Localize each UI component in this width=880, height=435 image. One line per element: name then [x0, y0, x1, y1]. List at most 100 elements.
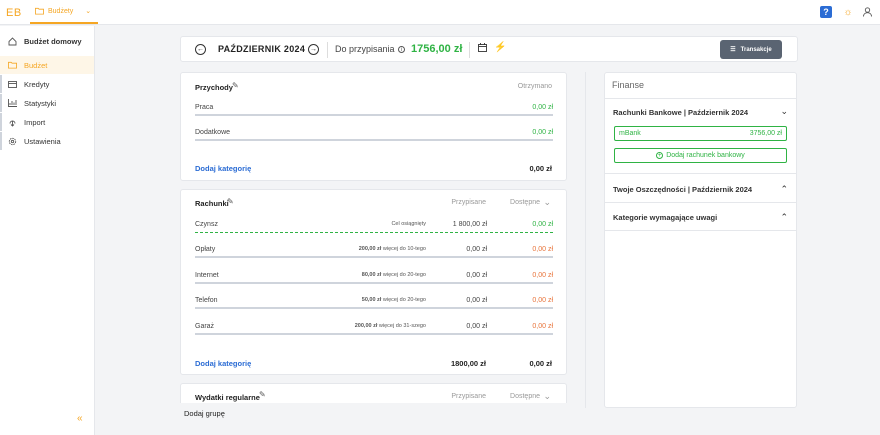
goal-note: 80,00 zł więcej do 20-tego [362, 272, 426, 278]
pencil-icon[interactable]: ✎ [259, 390, 266, 399]
column-header-assigned: Przypisane [451, 199, 486, 206]
chevron-down-icon: ⌄ [85, 8, 92, 15]
assigned-value[interactable]: 0,00 zł [466, 272, 487, 279]
sidebar-item-settings[interactable]: Ustawienia [0, 132, 94, 150]
goal-note-text: więcej do 20-tego [382, 272, 426, 278]
calendar-icon[interactable] [478, 43, 487, 54]
transactions-button[interactable]: ☰ Transakcje [720, 40, 782, 59]
month-title: PAŹDZIERNIK 2024 [218, 44, 306, 54]
goal-note-text: więcej do 31-szego [378, 323, 426, 329]
sidebar-item-statistics[interactable]: Statystyki [0, 94, 94, 112]
goal-note: 50,00 zł więcej do 20-tego [362, 297, 426, 303]
sidebar-collapse-button[interactable]: « [77, 413, 83, 424]
assign-label: Do przypisania i [335, 44, 406, 54]
chevron-down-icon[interactable]: ⌄ [543, 391, 551, 402]
user-icon[interactable] [861, 6, 873, 18]
folder-icon [35, 7, 44, 15]
month-bar: ← PAŹDZIERNIK 2024 → Do przypisania i 17… [180, 36, 798, 62]
category-label: Praca [195, 104, 214, 111]
category-row[interactable]: Dodatkowe 0,00 zł [195, 129, 553, 141]
bolt-icon[interactable]: ⚡ [494, 42, 506, 53]
nav-tab-budgets[interactable]: Budżety ⌄ [30, 0, 98, 24]
pencil-icon[interactable]: ✎ [232, 81, 239, 90]
chevron-up-icon[interactable]: ⌃ [780, 184, 788, 195]
category-value: 0,00 zł [532, 104, 553, 111]
category-row[interactable]: Telefon 50,00 zł więcej do 20-tego 0,00 … [195, 297, 553, 309]
category-label: Internet [195, 272, 219, 279]
column-header-received: Otrzymano [517, 83, 552, 90]
available-value: 0,00 zł [532, 272, 553, 279]
import-icon [8, 118, 17, 127]
sidebar-item-label: Budżet [24, 60, 48, 70]
panel-divider [585, 72, 586, 408]
sun-icon[interactable]: ☼ [842, 6, 854, 18]
available-value: 0,00 zł [532, 323, 553, 330]
category-row[interactable]: Garaż 200,00 zł więcej do 31-szego 0,00 … [195, 323, 553, 335]
add-category-link[interactable]: Dodaj kategorię [195, 164, 251, 173]
top-bar: EB Budżety ⌄ ? ☼ [0, 0, 880, 25]
group-total: 0,00 zł [529, 164, 552, 173]
assigned-value[interactable]: 0,00 zł [466, 297, 487, 304]
group-total-assigned: 1800,00 zł [450, 359, 486, 368]
pencil-icon[interactable]: ✎ [227, 197, 234, 206]
info-icon[interactable]: i [398, 46, 406, 54]
goal-note-text: więcej do 20-tego [382, 297, 426, 303]
arrow-right-icon[interactable]: → [308, 44, 319, 55]
finance-panel: Finanse Rachunki Bankowe | Październik 2… [604, 72, 797, 408]
nav-tab-label: Budżety [48, 7, 74, 15]
gear-icon [8, 137, 17, 146]
group-card-bills: Rachunki ✎ Przypisane Dostępne ⌄ Czynsz … [180, 189, 567, 375]
category-row[interactable]: Praca 0,00 zł [195, 104, 553, 116]
add-group-link[interactable]: Dodaj grupę [184, 409, 225, 418]
group-title: Przychody [195, 83, 233, 92]
category-value: 0,00 zł [532, 129, 553, 136]
sidebar-budget-home[interactable]: Budżet domowy [0, 32, 94, 50]
goal-note-amount: 80,00 zł [361, 272, 382, 278]
add-bank-account-button[interactable]: + Dodaj rachunek bankowy [614, 148, 787, 163]
section-title: Kategorie wymagające uwagi [613, 213, 718, 222]
group-title: Wydatki regularne [195, 393, 260, 402]
sidebar-header-label: Budżet domowy [24, 36, 82, 46]
arrow-left-icon[interactable]: ← [195, 44, 206, 55]
bank-balance: 3756,00 zł [749, 130, 782, 137]
available-value: 0,00 zł [532, 297, 553, 304]
available-value: 0,00 zł [532, 246, 553, 253]
chevron-down-icon[interactable]: ⌄ [780, 106, 788, 117]
chevron-down-icon[interactable]: ⌄ [543, 197, 551, 208]
chart-icon [8, 99, 17, 108]
savings-section[interactable]: Twoje Oszczędności | Październik 2024 ⌃ [605, 175, 796, 203]
sidebar-item-label: Kredyty [24, 79, 50, 89]
assign-value: 1756,00 zł [411, 43, 463, 55]
group-total-available: 0,00 zł [529, 359, 552, 368]
category-label: Garaż [195, 323, 215, 330]
divider [327, 42, 328, 58]
column-header-assigned: Przypisane [451, 393, 486, 400]
assigned-value[interactable]: 0,00 zł [466, 246, 487, 253]
add-bank-label: Dodaj rachunek bankowy [666, 152, 745, 159]
goal-note-text: więcej do 10-tego [382, 246, 426, 252]
bank-account-row[interactable]: mBank 3756,00 zł [614, 126, 787, 141]
list-icon: ☰ [730, 47, 736, 53]
sidebar-item-budget[interactable]: Budżet [0, 56, 94, 74]
goal-note-amount: 200,00 zł [358, 246, 382, 252]
category-row[interactable]: Opłaty 200,00 zł więcej do 10-tego 0,00 … [195, 246, 553, 258]
app-logo[interactable]: EB [6, 7, 22, 19]
plus-circle-icon: + [656, 152, 664, 159]
section-title[interactable]: Rachunki Bankowe | Październik 2024 [613, 108, 748, 117]
group-card-income: Przychody ✎ Otrzymano Praca 0,00 zł Doda… [180, 72, 567, 181]
folder-icon [8, 61, 17, 70]
chevron-up-icon[interactable]: ⌃ [780, 212, 788, 223]
category-row[interactable]: Czynsz Cel osiągnięty 1 800,00 zł 0,00 z… [195, 221, 553, 233]
sidebar-item-import[interactable]: Import [0, 113, 94, 131]
goal-note-amount: 50,00 zł [361, 297, 382, 303]
assigned-value[interactable]: 0,00 zł [466, 323, 487, 330]
assigned-value[interactable]: 1 800,00 zł [453, 221, 487, 228]
add-category-link[interactable]: Dodaj kategorię [195, 359, 251, 368]
category-label: Dodatkowe [195, 129, 231, 136]
goal-note-amount: 200,00 zł [354, 323, 378, 329]
sidebar-item-credits[interactable]: Kredyty [0, 75, 94, 93]
transactions-button-label: Transakcje [740, 46, 772, 53]
help-icon[interactable]: ? [820, 6, 832, 18]
attention-section[interactable]: Kategorie wymagające uwagi ⌃ [605, 203, 796, 231]
category-row[interactable]: Internet 80,00 zł więcej do 20-tego 0,00… [195, 272, 553, 284]
